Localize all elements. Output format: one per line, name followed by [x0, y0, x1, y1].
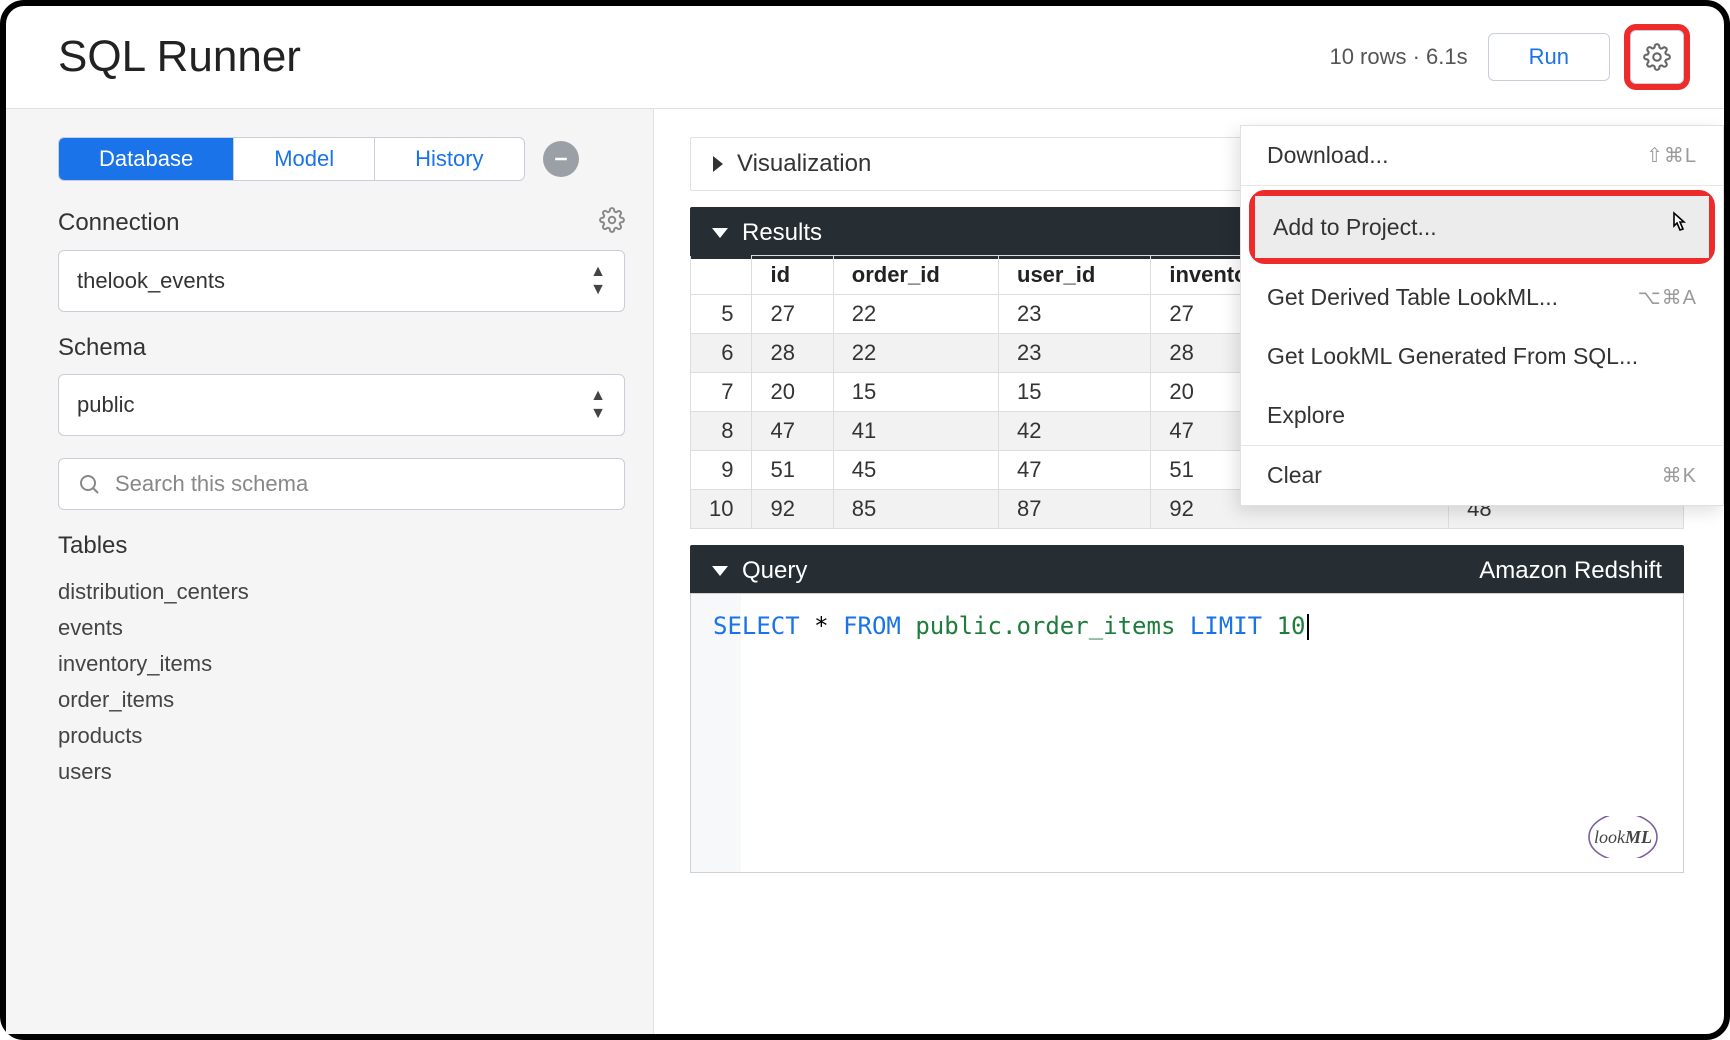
status-text: 10 rows · 6.1s	[1329, 44, 1467, 70]
connection-label: Connection	[58, 209, 179, 237]
table-item[interactable]: products	[58, 718, 625, 754]
cell: 85	[833, 490, 998, 529]
settings-dropdown: Download... ⇧⌘L Add to Project... Get De…	[1240, 125, 1724, 506]
schema-select[interactable]: public ▲▼	[58, 374, 625, 436]
table-item[interactable]: distribution_centers	[58, 574, 625, 610]
row-number-header	[691, 256, 752, 295]
row-number: 8	[691, 412, 752, 451]
tab-database[interactable]: Database	[59, 138, 234, 180]
cell: 45	[833, 451, 998, 490]
table-item[interactable]: order_items	[58, 682, 625, 718]
cell: 41	[833, 412, 998, 451]
visualization-label: Visualization	[737, 150, 871, 178]
settings-button[interactable]	[1630, 30, 1684, 84]
schema-label: Schema	[58, 334, 625, 362]
cell: 28	[752, 334, 833, 373]
cell: 15	[833, 373, 998, 412]
cell: 15	[999, 373, 1151, 412]
collapse-sidebar-button[interactable]	[543, 141, 579, 177]
cell: 22	[833, 295, 998, 334]
row-number: 6	[691, 334, 752, 373]
row-number: 5	[691, 295, 752, 334]
header: SQL Runner 10 rows · 6.1s Run	[6, 6, 1724, 109]
sort-icon: ▲▼	[590, 387, 606, 423]
tables-label: Tables	[58, 532, 625, 560]
column-header[interactable]: order_id	[833, 256, 998, 295]
table-item[interactable]: events	[58, 610, 625, 646]
schema-search-input[interactable]: Search this schema	[58, 458, 625, 510]
search-icon	[77, 472, 101, 496]
lookml-logo: lookML	[1583, 816, 1663, 858]
cell: 27	[752, 295, 833, 334]
kbd-shortcut: ⌘K	[1662, 463, 1697, 488]
connection-select[interactable]: thelook_events ▲▼	[58, 250, 625, 312]
table-item[interactable]: inventory_items	[58, 646, 625, 682]
chevron-right-icon	[713, 156, 723, 172]
column-header[interactable]: id	[752, 256, 833, 295]
cell: 87	[999, 490, 1151, 529]
tab-model[interactable]: Model	[234, 138, 375, 180]
results-label: Results	[742, 219, 822, 247]
menu-explore[interactable]: Explore	[1241, 386, 1723, 445]
menu-generated-lookml[interactable]: Get LookML Generated From SQL...	[1241, 327, 1723, 386]
schema-value: public	[77, 392, 134, 418]
sort-icon: ▲▼	[590, 263, 606, 299]
menu-download[interactable]: Download... ⇧⌘L	[1241, 126, 1723, 185]
svg-text:lookML: lookML	[1594, 827, 1652, 847]
cell: 23	[999, 334, 1151, 373]
row-number: 10	[691, 490, 752, 529]
gear-icon	[1643, 43, 1671, 71]
engine-label: Amazon Redshift	[1479, 557, 1662, 585]
search-placeholder: Search this schema	[115, 471, 308, 497]
table-item[interactable]: users	[58, 754, 625, 790]
text-cursor	[1307, 614, 1309, 640]
menu-add-to-project[interactable]: Add to Project...	[1255, 196, 1709, 258]
sidebar: Database Model History Connection	[6, 109, 654, 1034]
run-button[interactable]: Run	[1488, 33, 1610, 81]
cell: 47	[999, 451, 1151, 490]
menu-clear[interactable]: Clear ⌘K	[1241, 446, 1723, 505]
chevron-down-icon	[712, 566, 728, 576]
sidebar-tabs: Database Model History	[58, 137, 525, 181]
menu-derived-table[interactable]: Get Derived Table LookML... ⌥⌘A	[1241, 268, 1723, 327]
chevron-down-icon	[712, 228, 728, 238]
cell: 22	[833, 334, 998, 373]
kbd-shortcut: ⇧⌘L	[1646, 143, 1697, 168]
menu-add-to-project-highlight: Add to Project...	[1249, 190, 1715, 264]
cell: 20	[752, 373, 833, 412]
tables-list: distribution_centerseventsinventory_item…	[58, 574, 625, 790]
pointer-cursor-icon	[1667, 210, 1691, 244]
cell: 23	[999, 295, 1151, 334]
query-label: Query	[742, 557, 807, 585]
row-number: 7	[691, 373, 752, 412]
kbd-shortcut: ⌥⌘A	[1638, 285, 1697, 310]
gear-icon	[599, 207, 625, 233]
minus-icon	[551, 149, 571, 169]
cell: 92	[752, 490, 833, 529]
tab-history[interactable]: History	[375, 138, 523, 180]
column-header[interactable]: user_id	[999, 256, 1151, 295]
query-panel-header[interactable]: Query Amazon Redshift	[690, 545, 1684, 597]
cell: 47	[752, 412, 833, 451]
connection-settings-button[interactable]	[599, 207, 625, 238]
query-editor[interactable]: SELECT * FROM public.order_items LIMIT 1…	[690, 593, 1684, 873]
connection-value: thelook_events	[77, 268, 225, 294]
row-number: 9	[691, 451, 752, 490]
cell: 51	[752, 451, 833, 490]
cell: 42	[999, 412, 1151, 451]
page-title: SQL Runner	[58, 32, 301, 82]
